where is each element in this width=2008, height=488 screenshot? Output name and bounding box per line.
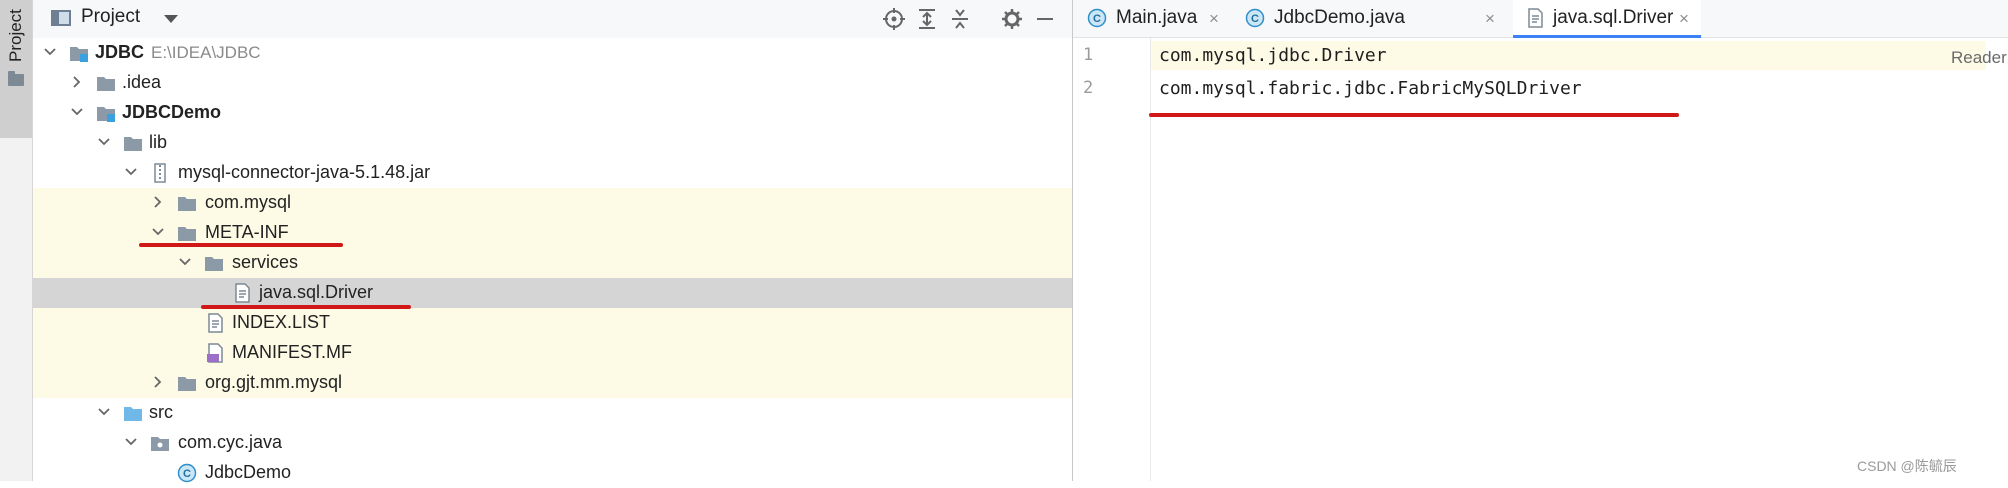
folder-icon [123,133,143,153]
tree-item-label: com.mysql [205,192,292,212]
annotation-underline [1149,113,1679,117]
java-class-icon: C [1245,8,1265,28]
package-icon [150,433,170,453]
line-number-gutter: 1 2 [1073,38,1151,481]
module-folder-icon [69,43,89,63]
tree-row-package[interactable]: com.cyc.java [33,428,1072,458]
text-file-icon [232,283,252,303]
tab-label: Main.java [1116,7,1198,28]
project-panel-title[interactable]: Project [81,6,140,28]
chevron-down-icon[interactable] [164,15,178,23]
svg-text:C: C [183,468,191,480]
project-panel-header: Project [33,0,1072,38]
project-panel: Project JDBC E:\IDEA\JDBC .idea JDBCDemo… [33,0,1073,483]
tree-row-com-mysql[interactable]: com.mysql [33,188,1072,218]
tree-item-label: META-INF [205,222,289,242]
folder-icon [177,193,197,213]
folder-icon [8,71,24,86]
project-tree: JDBC E:\IDEA\JDBC .idea JDBCDemo lib mys… [33,38,1072,483]
tree-item-label: MANIFEST.MF [232,342,352,362]
tab-label: java.sql.Driver [1553,7,1674,28]
source-folder-icon [123,403,143,423]
tree-item-label: JDBC [95,42,145,62]
gear-icon[interactable] [999,6,1025,32]
line-number: 2 [1083,78,1094,98]
chevron-down-icon[interactable] [43,45,57,59]
tree-row-services[interactable]: services [33,248,1072,278]
close-icon[interactable]: × [1209,9,1219,29]
chevron-right-icon[interactable] [151,195,165,209]
tree-row-idea[interactable]: .idea [33,68,1072,98]
text-file-icon [205,313,225,333]
folder-icon [96,73,116,93]
reader-mode-button[interactable]: Reader [1951,48,2007,68]
jar-icon [150,163,170,183]
project-view-icon [51,10,71,26]
java-class-icon: C [177,463,197,483]
tree-item-label: java.sql.Driver [259,282,374,302]
java-class-icon: C [1087,8,1107,28]
chevron-right-icon[interactable] [70,75,84,89]
chevron-down-icon[interactable] [124,435,138,449]
tree-item-label: INDEX.LIST [232,312,331,332]
project-path: E:\IDEA\JDBC [151,43,261,62]
chevron-down-icon[interactable] [97,135,111,149]
code-line[interactable]: com.mysql.fabric.jdbc.FabricMySQLDriver [1159,78,1582,99]
tree-item-label: mysql-connector-java-5.1.48.jar [178,162,431,182]
chevron-down-icon[interactable] [124,165,138,179]
tree-row-jdbcdemo-class[interactable]: C JdbcDemo [33,458,1072,488]
tree-row-index-list[interactable]: INDEX.LIST [33,308,1072,338]
chevron-down-icon[interactable] [70,105,84,119]
tree-row-manifest[interactable]: MANIFEST.MF [33,338,1072,368]
tree-row-jar[interactable]: mysql-connector-java-5.1.48.jar [33,158,1072,188]
tab-java-sql-driver[interactable]: java.sql.Driver × [1513,0,1701,38]
tree-row-lib[interactable]: lib [33,128,1072,158]
tool-window-stripe: Project [0,0,33,481]
editor-tab-bar: C Main.java × C JdbcDemo.java × java.sql… [1073,0,2008,38]
code-line[interactable]: com.mysql.jdbc.Driver [1159,45,1387,66]
tab-label: JdbcDemo.java [1274,7,1405,28]
tree-item-label: JdbcDemo [205,462,292,482]
chevron-down-icon[interactable] [151,225,165,239]
chevron-down-icon[interactable] [97,405,111,419]
close-icon[interactable]: × [1485,9,1495,29]
editor-panel: C Main.java × C JdbcDemo.java × java.sql… [1073,0,2008,481]
tree-item-label: services [232,252,299,272]
tree-row-src[interactable]: src [33,398,1072,428]
tree-row-java-sql-driver[interactable]: java.sql.Driver [33,278,1072,308]
module-folder-icon [96,103,116,123]
tree-item-label: JDBCDemo [122,102,222,122]
locate-icon[interactable] [881,6,907,32]
annotation-underline [139,243,343,247]
tree-item-label: org.gjt.mm.mysql [205,372,343,392]
line-number: 1 [1083,45,1094,65]
hide-panel-icon[interactable] [1032,6,1058,32]
annotation-underline [201,305,411,309]
collapse-all-icon[interactable] [947,6,973,32]
project-tool-label: Project [6,9,25,63]
manifest-file-icon [205,343,225,363]
tree-item-label: com.cyc.java [178,432,283,452]
folder-icon [204,253,224,273]
chevron-right-icon[interactable] [151,375,165,389]
text-file-icon [1525,8,1545,28]
expand-all-icon[interactable] [914,6,940,32]
tree-item-label: .idea [122,72,162,92]
project-tool-button[interactable]: Project [0,0,32,138]
close-icon[interactable]: × [1679,9,1689,29]
folder-icon [177,223,197,243]
tree-row-jdbc[interactable]: JDBC E:\IDEA\JDBC [33,38,1072,68]
tree-row-org-gjt[interactable]: org.gjt.mm.mysql [33,368,1072,398]
tab-main-java[interactable]: C Main.java × [1073,0,1231,37]
watermark: CSDN @陈毓辰 [1857,458,1957,474]
chevron-down-icon[interactable] [178,255,192,269]
tab-jdbcdemo-java[interactable]: C JdbcDemo.java × [1231,0,1513,37]
svg-text:C: C [1093,13,1101,25]
svg-text:C: C [1251,13,1259,25]
tree-row-jdbcdemo[interactable]: JDBCDemo [33,98,1072,128]
folder-icon [177,373,197,393]
tree-item-label: lib [149,132,168,152]
tree-item-label: src [149,402,173,422]
